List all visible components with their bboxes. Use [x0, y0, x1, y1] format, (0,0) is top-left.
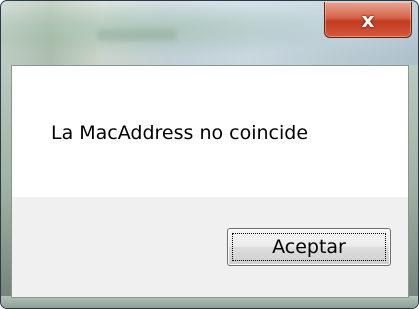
blurred-background-text — [97, 29, 177, 41]
message-dialog: x La MacAddress no coincide Aceptar — [0, 0, 419, 309]
dialog-body: La MacAddress no coincide Aceptar — [11, 65, 409, 298]
window-frame-left — [1, 65, 11, 308]
message-area: La MacAddress no coincide — [12, 66, 408, 197]
focus-rectangle: Aceptar — [232, 233, 386, 261]
message-text: La MacAddress no coincide — [51, 122, 309, 144]
close-button[interactable]: x — [324, 2, 412, 38]
ok-button[interactable]: Aceptar — [227, 228, 391, 266]
ok-button-label: Aceptar — [272, 236, 346, 258]
close-icon: x — [361, 7, 375, 32]
button-bar: Aceptar — [12, 197, 408, 297]
